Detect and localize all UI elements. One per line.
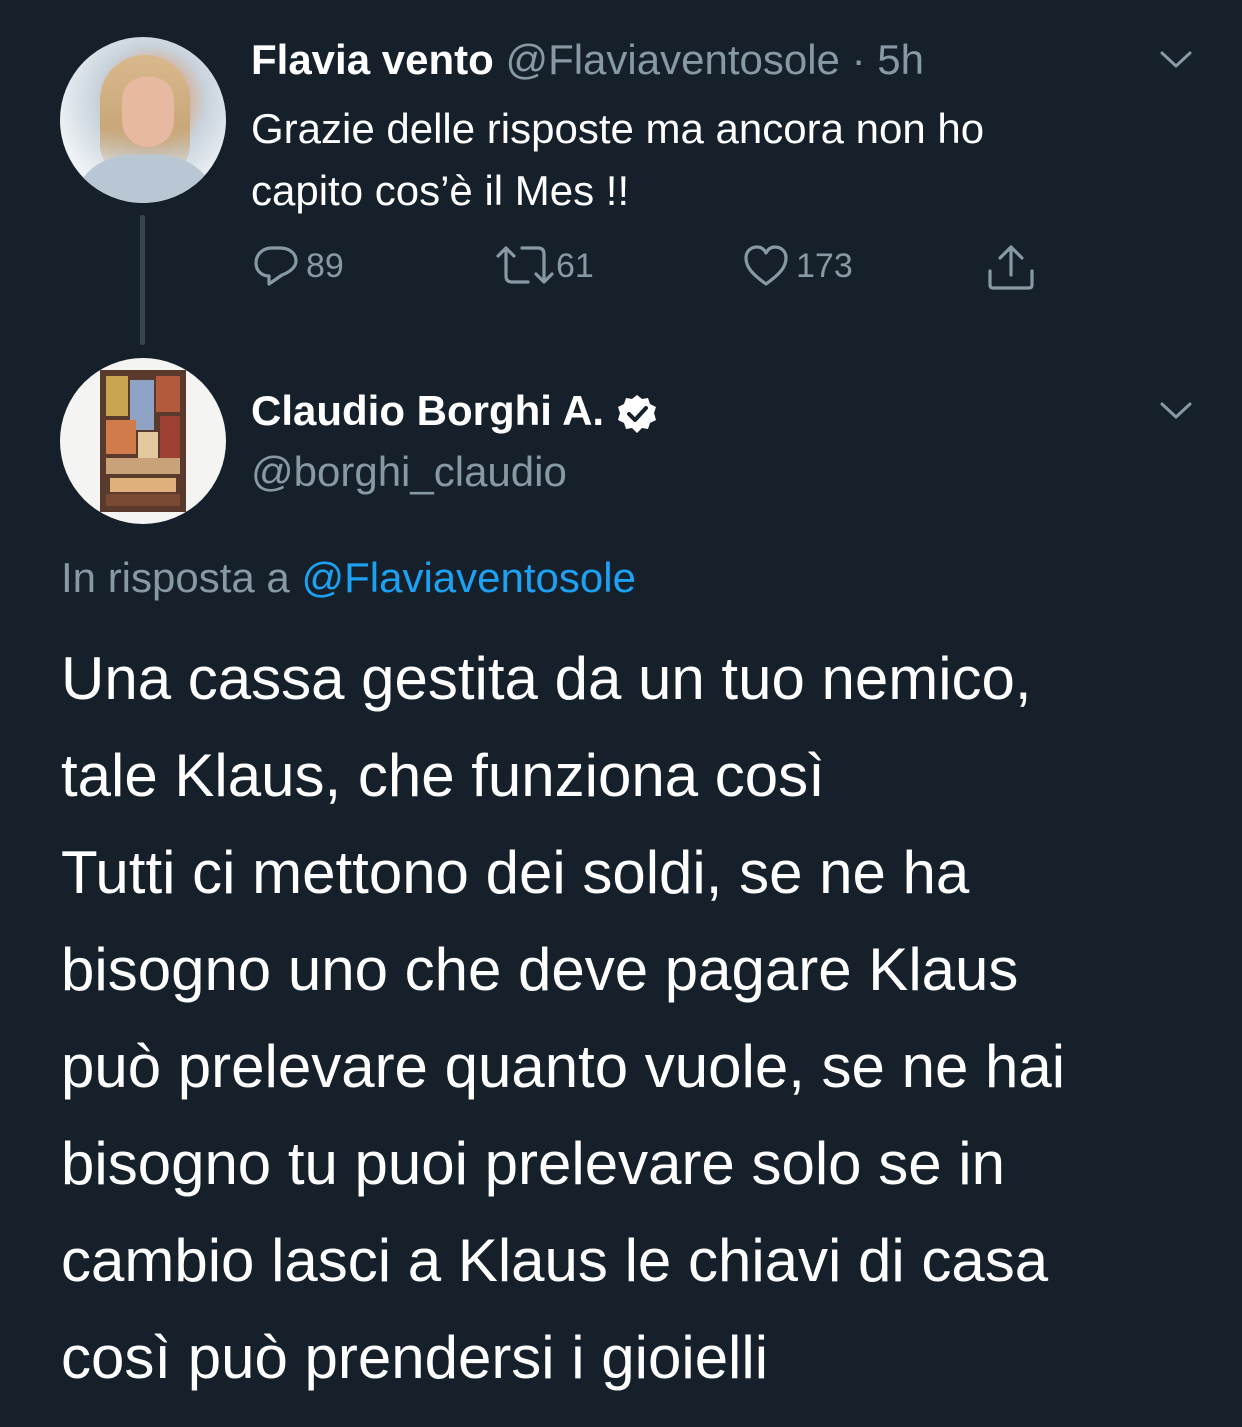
heart-icon <box>744 245 788 286</box>
painting-block <box>138 432 158 458</box>
handle[interactable]: @Flaviaventosole <box>505 36 839 83</box>
painting-block <box>106 376 128 416</box>
retweet-icon <box>496 246 554 284</box>
reply-prefix: In risposta a <box>61 554 302 601</box>
chevron-down-icon[interactable] <box>1156 391 1196 431</box>
like-button[interactable]: 173 <box>742 243 853 289</box>
separator-dot: · <box>839 36 878 83</box>
verified-badge-icon <box>618 394 657 433</box>
painting-block <box>160 416 180 460</box>
avatar-claudio[interactable] <box>60 358 226 524</box>
painting-block <box>106 458 180 474</box>
share-button[interactable] <box>986 243 1036 293</box>
painting-block <box>106 494 180 506</box>
thread-line <box>140 215 145 345</box>
retweet-count: 61 <box>556 246 594 285</box>
timestamp[interactable]: 5h <box>877 36 924 83</box>
handle[interactable]: @borghi_claudio <box>251 447 567 497</box>
tweet-1-text: Grazie delle risposte ma ancora non ho c… <box>251 105 985 214</box>
reply-mention-link[interactable]: @Flaviaventosole <box>301 554 635 601</box>
reply-button[interactable]: 89 <box>252 243 344 289</box>
display-name[interactable]: Claudio Borghi A. <box>251 386 658 436</box>
display-name-text: Claudio Borghi A. <box>251 387 605 434</box>
avatar-face <box>122 77 174 147</box>
reply-context: In risposta a @Flaviaventosole <box>61 552 636 604</box>
avatar-shoulder <box>70 155 220 203</box>
painting-block <box>110 478 176 492</box>
like-count: 173 <box>796 246 853 285</box>
tweet-1-header: Flavia vento @Flaviaventosole · 5h <box>251 36 924 84</box>
retweet-button[interactable]: 61 <box>494 243 594 289</box>
reply-icon <box>254 246 298 286</box>
reply-count: 89 <box>306 246 344 285</box>
share-icon <box>988 245 1034 290</box>
painting-block <box>106 420 136 454</box>
painting-block <box>156 376 180 412</box>
avatar-flavia[interactable] <box>60 37 226 203</box>
avatar-painting <box>100 370 186 512</box>
tweet-2-text: Una cassa gestita da un tuo nemico, tale… <box>61 645 1066 1391</box>
chevron-down-icon[interactable] <box>1156 40 1196 80</box>
display-name[interactable]: Flavia vento <box>251 36 494 83</box>
